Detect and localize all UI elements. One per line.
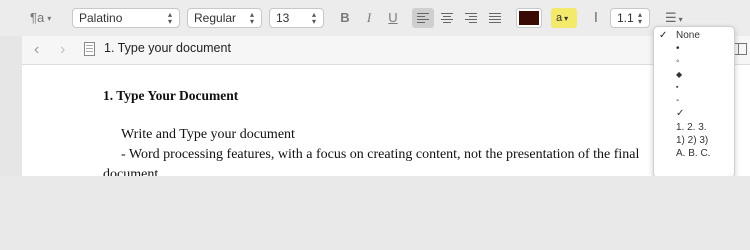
menu-item-numbered-paren[interactable]: 1) 2) 3) [654,134,734,147]
menu-item-label: ▪ [676,84,679,91]
menu-item-label: • [676,43,680,54]
highlight-label: a [556,12,563,24]
menu-item-square[interactable]: ▪ [654,81,734,94]
menu-item-numbered[interactable]: 1. 2. 3. [654,121,734,134]
menu-item-bullet[interactable]: • [654,42,734,55]
menu-item-none[interactable]: ✓ None [654,29,734,42]
line-spacing-value: 1.1 [617,11,634,25]
menu-item-diamond[interactable]: ◆ [654,68,734,81]
sidebar-toggle-icon[interactable] [734,43,747,55]
menu-item-label: - [676,95,680,106]
line-spacing-select[interactable]: 1.1 ▴ ▾ [610,8,650,28]
paragraph-style-button[interactable]: ¶a ▾ [30,8,66,28]
highlight-color-button[interactable]: a ▾ [551,8,577,28]
menu-item-label: 1) 2) 3) [676,135,709,146]
menu-item-check[interactable]: ✓ [654,107,734,120]
menu-item-label: ◦ [676,56,680,67]
menu-item-label: ✓ [676,108,685,119]
chevron-down-icon: ▾ [47,13,52,23]
menu-item-label: A. B. C. [676,148,711,159]
document-line: document [103,167,159,176]
align-right-button[interactable] [460,8,482,28]
list-style-button[interactable]: ☰ ▾ [665,8,691,28]
align-center-icon [441,13,453,25]
font-family-value: Palatino [79,11,123,25]
bulleted-list-icon: ☰ [665,10,677,25]
document-tab-title[interactable]: 1. Type your document [104,41,231,55]
menu-item-hyphen[interactable]: - [654,94,734,107]
format-toolbar: ¶a ▾ Palatino ▴ ▾ Regular ▴ ▾ 13 ▴ ▾ B I U [0,0,750,37]
font-family-select[interactable]: Palatino ▴ ▾ [72,8,180,28]
line-spacing-icon: Ⅰ [594,10,598,25]
menu-item-label: None [676,30,700,41]
chevron-down-icon: ▾ [678,15,683,24]
document-heading: 1. Type Your Document [103,88,239,103]
up-down-chevron-icon: ▴ ▾ [637,10,642,26]
font-size-select[interactable]: 13 ▴ ▾ [269,8,324,28]
menu-item-label: 1. 2. 3. [676,122,707,133]
up-down-chevron-icon: ▴ ▾ [167,10,172,26]
document-line: - Word processing features, with a focus… [121,147,640,162]
document-icon [84,42,95,56]
menu-item-lettered[interactable]: A. B. C. [654,147,734,160]
chevron-down-icon: ▾ [564,14,569,23]
list-style-menu: ✓ None • ◦ ◆ ▪ - ✓ 1. 2. 3. 1) 2) 3) A. … [653,26,735,176]
align-left-button[interactable] [412,8,434,28]
italic-button[interactable]: I [359,8,379,28]
left-gutter [0,36,23,176]
app-window: ¶a ▾ Palatino ▴ ▾ Regular ▴ ▾ 13 ▴ ▾ B I U [0,0,750,176]
bold-button[interactable]: B [335,8,355,28]
font-style-select[interactable]: Regular ▴ ▾ [187,8,262,28]
justify-icon [489,13,501,25]
up-down-chevron-icon: ▴ ▾ [249,10,254,26]
text-color-swatch [519,11,539,25]
justify-button[interactable] [484,8,506,28]
menu-item-hollow-bullet[interactable]: ◦ [654,55,734,68]
document-line: Write and Type your document [121,127,295,142]
checkmark-icon: ✓ [659,30,668,41]
align-right-icon [465,13,477,25]
up-down-chevron-icon: ▴ ▾ [311,10,316,26]
align-left-icon [417,13,429,25]
paragraph-style-icon: ¶a [30,10,45,25]
font-style-value: Regular [194,11,237,25]
align-center-button[interactable] [436,8,458,28]
text-color-button[interactable] [516,8,542,28]
back-arrow-icon[interactable]: ‹ [34,40,39,60]
underline-button[interactable]: U [383,8,403,28]
document-tab-bar: ‹ › 1. Type your document [22,36,750,65]
menu-item-label: ◆ [676,70,683,79]
font-size-value: 13 [276,11,290,25]
document-page[interactable]: 1. Type Your Document Write and Type you… [22,65,750,176]
forward-arrow-icon[interactable]: › [60,40,65,60]
